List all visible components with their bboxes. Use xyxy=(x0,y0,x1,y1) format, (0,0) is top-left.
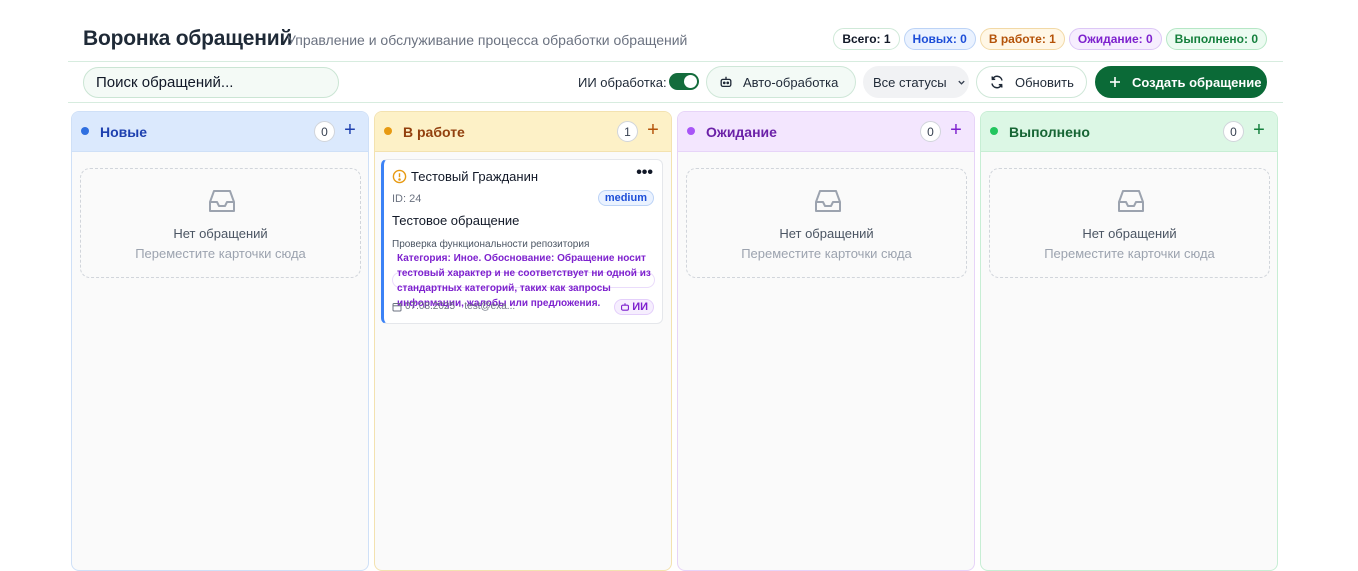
plus-icon xyxy=(1110,77,1120,87)
card-subject: Тестовое обращение xyxy=(392,213,520,228)
column-title: Новые xyxy=(100,124,148,140)
column-header: В работе 1 + xyxy=(375,112,671,152)
appeal-card[interactable]: Тестовый Гражданин ••• ID: 24 medium Тес… xyxy=(381,159,663,324)
auto-processing-button[interactable]: Авто-обработка xyxy=(706,66,856,98)
empty-hint: Переместите карточки сюда xyxy=(1044,246,1215,261)
toolbar: Поиск обращений... ИИ обработка: Авто-об… xyxy=(68,62,1283,103)
status-filter-value: Все статусы xyxy=(873,74,947,90)
ai-processing-toggle[interactable] xyxy=(669,73,699,90)
page-header: Воронка обращений Управление и обслужива… xyxy=(68,0,1283,62)
status-filter-select[interactable]: Все статусы xyxy=(863,66,969,98)
empty-hint: Переместите карточки сюда xyxy=(135,246,306,261)
robot-icon xyxy=(720,76,732,88)
column-header: Новые 0 + xyxy=(72,112,368,152)
empty-dropzone[interactable]: Нет обращений Переместите карточки сюда xyxy=(686,168,967,278)
search-input[interactable]: Поиск обращений... xyxy=(83,67,339,98)
calendar-icon xyxy=(392,302,402,311)
column-title: Ожидание xyxy=(706,124,777,140)
inbox-tray-icon xyxy=(209,190,235,212)
empty-dropzone[interactable]: Нет обращений Переместите карточки сюда xyxy=(80,168,361,278)
empty-title: Нет обращений xyxy=(173,226,268,241)
stat-waiting-badge: Ожидание: 0 xyxy=(1068,28,1162,50)
status-dot xyxy=(81,127,89,135)
refresh-button[interactable]: Обновить xyxy=(976,66,1087,98)
column-header: Выполнено 0 + xyxy=(981,112,1277,152)
column-count-badge: 0 xyxy=(920,121,941,142)
auto-processing-label: Авто-обработка xyxy=(743,74,839,90)
warning-circle-icon xyxy=(392,169,407,184)
empty-title: Нет обращений xyxy=(779,226,874,241)
empty-title: Нет обращений xyxy=(1082,226,1177,241)
more-options-button[interactable]: ••• xyxy=(636,164,653,182)
column-count-badge: 0 xyxy=(1223,121,1244,142)
inbox-tray-icon xyxy=(1118,190,1144,212)
card-separator: · xyxy=(458,301,462,312)
column-title: Выполнено xyxy=(1009,124,1090,140)
empty-dropzone[interactable]: Нет обращений Переместите карточки сюда xyxy=(989,168,1270,278)
add-card-button[interactable]: + xyxy=(947,120,965,141)
card-citizen-name: Тестовый Гражданин xyxy=(411,169,539,184)
robot-icon xyxy=(621,303,630,311)
column-done[interactable]: Выполнено 0 + Нет обращений Переместите … xyxy=(980,111,1278,571)
card-description: Проверка функциональности репозитория xyxy=(392,239,590,250)
ai-badge-label: ИИ xyxy=(632,301,648,313)
stats-bar: Всего: 1 Новых: 0 В работе: 1 Ожидание: … xyxy=(833,28,1267,50)
create-appeal-button[interactable]: Создать обращение xyxy=(1095,66,1267,98)
column-count-badge: 0 xyxy=(314,121,335,142)
ai-badge: ИИ xyxy=(614,299,654,315)
stat-total-badge: Всего: 1 xyxy=(833,28,900,50)
status-dot xyxy=(687,127,695,135)
inbox-tray-icon xyxy=(815,190,841,212)
status-dot xyxy=(990,127,998,135)
status-dot xyxy=(384,127,392,135)
refresh-label: Обновить xyxy=(1015,74,1074,90)
stat-new-badge: Новых: 0 xyxy=(903,28,976,50)
column-waiting[interactable]: Ожидание 0 + Нет обращений Переместите к… xyxy=(677,111,975,571)
add-card-button[interactable]: + xyxy=(644,120,662,141)
app: Воронка обращений Управление и обслужива… xyxy=(68,0,1283,571)
page-title: Воронка обращений xyxy=(83,27,293,50)
chevron-down-icon xyxy=(957,80,965,85)
column-count-badge: 1 xyxy=(617,121,638,142)
card-id: ID: 24 xyxy=(392,193,422,205)
card-email: test@exa... xyxy=(464,301,516,312)
column-in-work[interactable]: В работе 1 + Тестовый Гражданин ••• ID: … xyxy=(374,111,672,571)
stat-in-work-badge: В работе: 1 xyxy=(979,28,1065,50)
priority-badge: medium xyxy=(597,190,654,206)
refresh-icon xyxy=(991,75,1003,89)
add-card-button[interactable]: + xyxy=(1250,120,1268,141)
ai-processing-label: ИИ обработка: xyxy=(578,75,667,90)
add-card-button[interactable]: + xyxy=(341,120,359,141)
column-new[interactable]: Новые 0 + Нет обращений Переместите карт… xyxy=(71,111,369,571)
column-header: Ожидание 0 + xyxy=(678,112,974,152)
card-footer: 07.08.2025 · test@exa... xyxy=(392,301,515,312)
column-title: В работе xyxy=(403,124,465,140)
stat-done-badge: Выполнено: 0 xyxy=(1165,28,1267,50)
empty-hint: Переместите карточки сюда xyxy=(741,246,912,261)
page-subtitle: Управление и обслуживание процесса обраб… xyxy=(287,32,688,48)
create-appeal-label: Создать обращение xyxy=(1132,74,1262,90)
card-date: 07.08.2025 xyxy=(405,301,456,312)
